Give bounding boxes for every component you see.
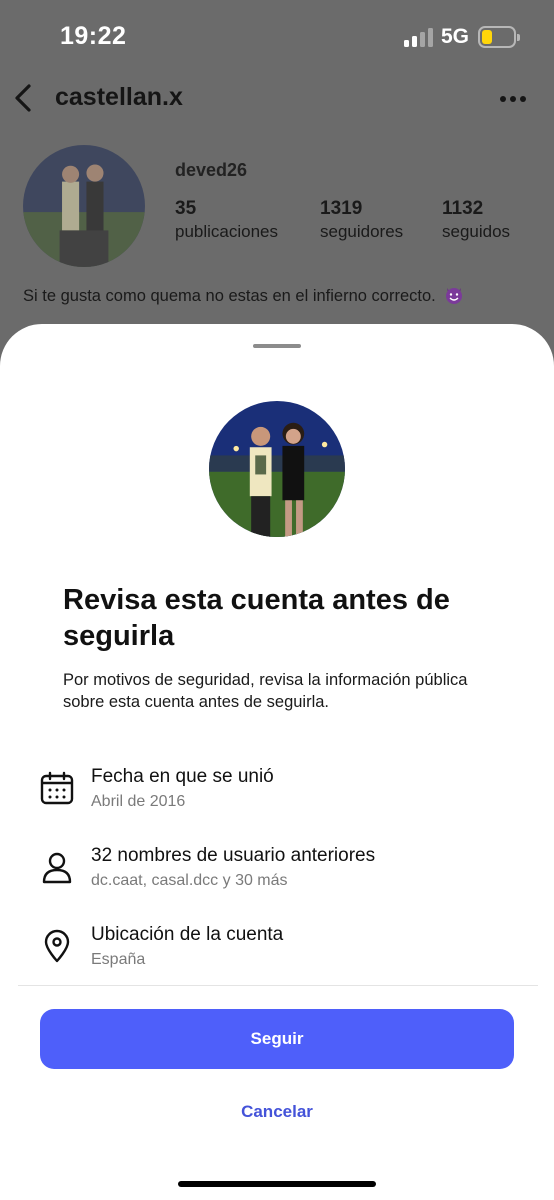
stat-number: 35 <box>175 198 197 219</box>
sheet-grabber[interactable] <box>253 344 301 348</box>
cellular-signal-icon <box>404 27 434 47</box>
profile-bio: Si te gusta como quema no estas en el in… <box>23 285 464 306</box>
info-subtitle: Abril de 2016 <box>91 793 186 810</box>
sheet-avatar <box>209 401 345 537</box>
network-type: 5G <box>441 25 470 48</box>
profile-avatar[interactable] <box>23 145 145 267</box>
back-chevron-icon[interactable] <box>12 82 34 114</box>
info-item-account-location: Ubicación de la cuenta España <box>0 924 554 984</box>
smiling-devil-emoji-icon <box>444 285 464 305</box>
info-subtitle: dc.caat, casal.dcc y 30 más <box>91 872 288 889</box>
info-subtitle: España <box>91 951 146 968</box>
home-indicator[interactable] <box>178 1181 376 1187</box>
stat-label: seguidores <box>320 222 404 241</box>
sheet-description: Por motivos de seguridad, revisa la info… <box>63 671 468 711</box>
sheet-title: Revisa esta cuenta antes de seguirla <box>63 584 450 652</box>
stat-following[interactable]: 1132 seguidos <box>442 198 510 242</box>
info-item-join-date: Fecha en que se unió Abril de 2016 <box>0 766 554 826</box>
bio-text: Si te gusta como quema no estas en el in… <box>23 287 436 305</box>
info-title: Fecha en que se unió <box>91 766 274 787</box>
stat-number: 1319 <box>320 198 363 219</box>
stat-number: 1132 <box>442 198 484 219</box>
location-pin-icon <box>40 929 74 963</box>
calendar-icon <box>40 771 74 805</box>
stat-label: seguidos <box>442 222 511 241</box>
profile-display-name: deved26 <box>175 160 248 180</box>
review-account-sheet: Revisa esta cuenta antes de seguirla Por… <box>0 324 554 1200</box>
info-title: 32 nombres de usuario anteriores <box>91 845 376 866</box>
stat-followers[interactable]: 1319 seguidores <box>320 198 403 242</box>
status-time: 19:22 <box>60 22 127 50</box>
profile-username: castellan.x <box>55 83 183 111</box>
more-options-icon[interactable] <box>500 96 526 102</box>
info-item-former-usernames: 32 nombres de usuario anteriores dc.caat… <box>0 845 554 905</box>
person-icon <box>40 850 74 884</box>
follow-button[interactable]: Seguir <box>40 1009 514 1069</box>
sheet-divider <box>18 985 538 986</box>
profile-header: castellan.x <box>0 76 554 122</box>
stat-label: publicaciones <box>175 222 279 241</box>
cancel-button[interactable]: Cancelar <box>177 1097 377 1127</box>
status-bar: 19:22 5G <box>0 0 554 76</box>
info-title: Ubicación de la cuenta <box>91 924 284 945</box>
stat-posts[interactable]: 35 publicaciones <box>175 198 278 242</box>
battery-icon <box>478 26 520 48</box>
